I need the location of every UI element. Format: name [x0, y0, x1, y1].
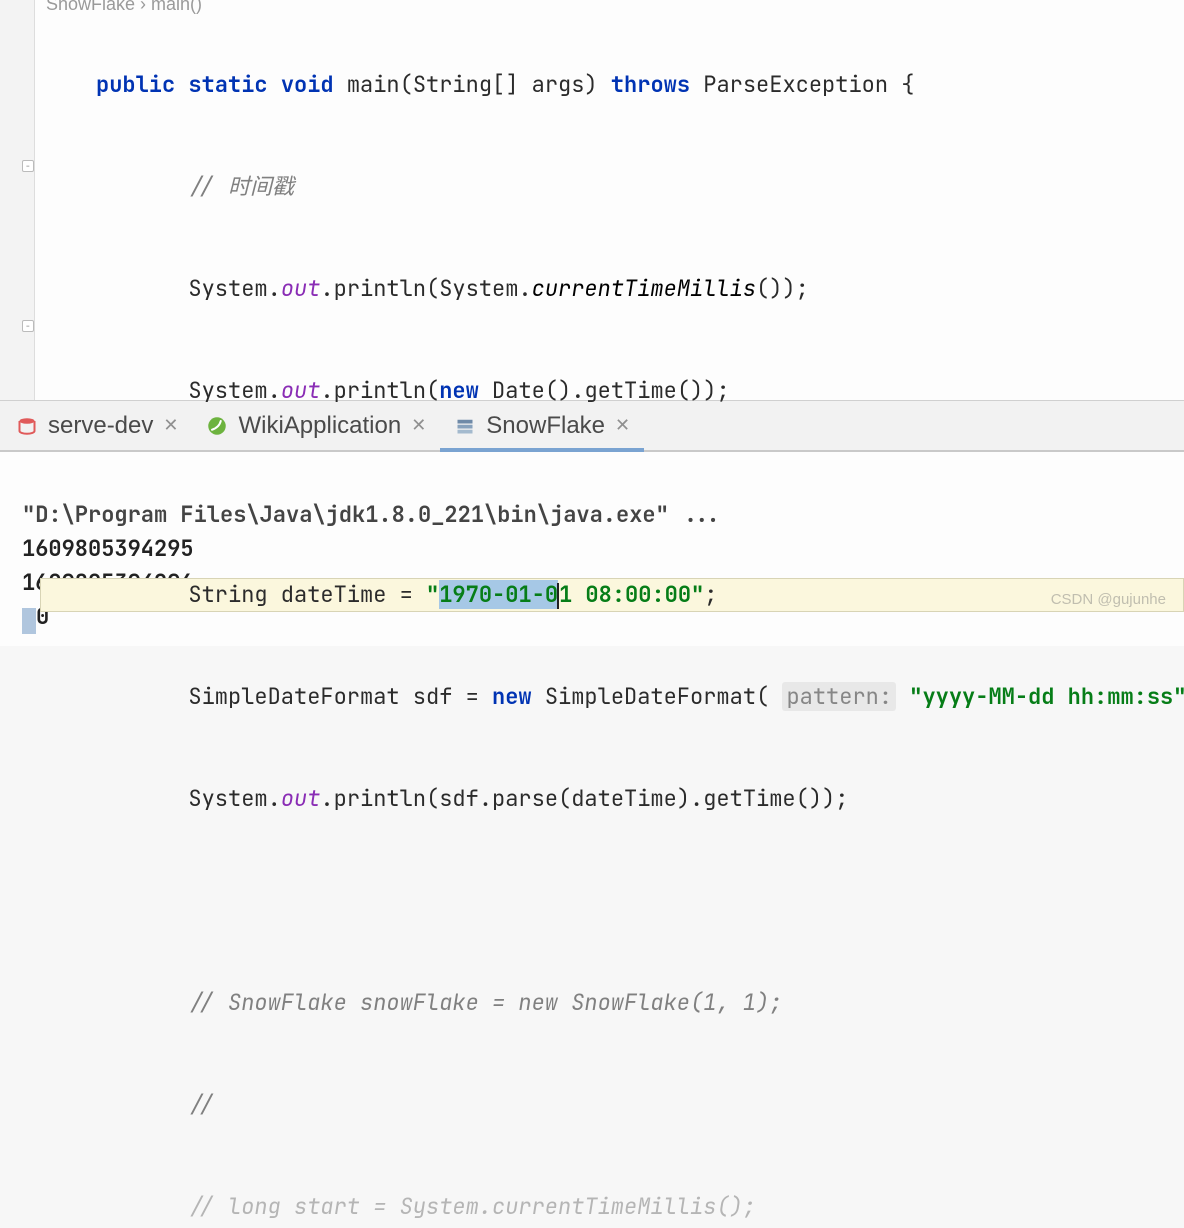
field-out: out [281, 274, 321, 303]
watermark: CSDN @gujunhe [1051, 591, 1166, 608]
comment: // SnowFlake snowFlake = new SnowFlake(1… [188, 988, 782, 1017]
code-editor[interactable]: SnowFlake › main() − − public static voi… [0, 0, 1184, 400]
static-method: currentTimeMillis [532, 274, 756, 303]
close-icon[interactable]: ✕ [411, 415, 426, 436]
code-text [896, 682, 909, 711]
exception-name: ParseException { [703, 70, 914, 99]
tab-label: SnowFlake [486, 412, 605, 440]
code-text: ; [704, 580, 717, 609]
comment: // [188, 1090, 214, 1119]
keyword-new: new [492, 682, 532, 711]
fold-icon[interactable]: − [22, 160, 34, 172]
string-literal: 1 08:00:00" [559, 580, 704, 609]
code-text: ()); [756, 274, 809, 303]
close-icon[interactable]: ✕ [615, 415, 630, 436]
code-text: String dateTime = [188, 580, 426, 609]
keyword-void: void [281, 70, 334, 99]
close-icon[interactable]: ✕ [163, 415, 178, 436]
tab-label: WikiApplication [238, 412, 401, 440]
field-out: out [281, 784, 321, 813]
tab-wikiapplication[interactable]: WikiApplication ✕ [192, 401, 440, 450]
parameter-hint: pattern: [782, 682, 896, 711]
fold-icon[interactable]: − [22, 320, 34, 332]
code-text: .println(sdf.parse(dateTime).getTime()); [320, 784, 848, 813]
string-literal: " [426, 580, 439, 609]
code-text: System. [188, 784, 280, 813]
code-content[interactable]: public static void main(String[] args) t… [40, 0, 1184, 1228]
string-literal: "yyyy-MM-dd hh:mm:ss" [909, 682, 1184, 711]
method-signature: main(String[] args) [347, 70, 598, 99]
code-text: .println(System. [320, 274, 531, 303]
tab-serve-dev[interactable]: serve-dev ✕ [2, 401, 192, 450]
database-icon [16, 415, 38, 437]
tab-label: serve-dev [48, 412, 153, 440]
code-text: System. [188, 274, 280, 303]
comment: // 时间戳 [188, 172, 294, 201]
code-text: SimpleDateFormat( [532, 682, 783, 711]
keyword-public: public [96, 70, 175, 99]
spring-icon [206, 415, 228, 437]
console-cursor [22, 608, 36, 634]
comment: // long start = System.currentTimeMillis… [188, 1192, 756, 1221]
stack-icon [454, 415, 476, 437]
keyword-static: static [188, 70, 267, 99]
keyword-throws: throws [611, 70, 690, 99]
tab-snowflake[interactable]: SnowFlake ✕ [440, 401, 644, 450]
editor-gutter: − − [0, 0, 35, 400]
selected-text: 1970-01-0 [439, 580, 558, 609]
code-text: SimpleDateFormat sdf = [188, 682, 492, 711]
